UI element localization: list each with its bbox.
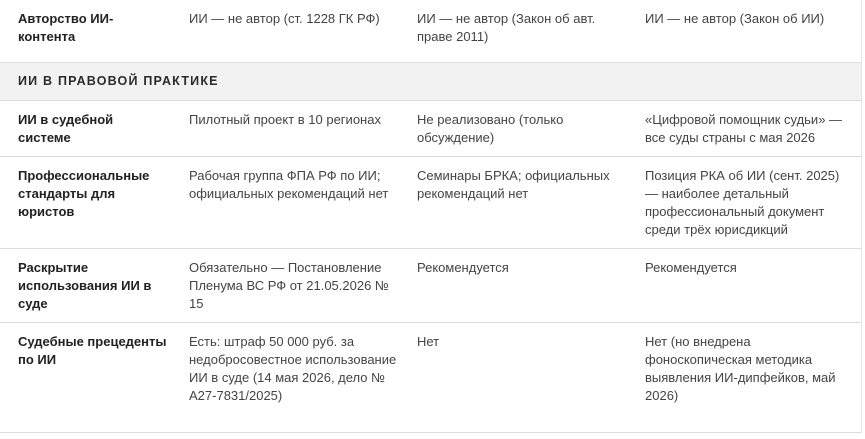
cell-russia: Обязательно — Постановление Пленума ВС Р… <box>189 260 389 311</box>
cell-belarus: Не реализовано (только обсуждение) <box>417 112 564 145</box>
row-label: Судебные прецеденты по ИИ <box>18 334 167 367</box>
table-row-court-precedents: Судебные прецеденты по ИИ Есть: штраф 50… <box>0 323 861 433</box>
cell-kazakhstan: Нет (но внедрена фоноскопическая методик… <box>645 334 836 403</box>
cell-russia: Есть: штраф 50 000 руб. за недобросовест… <box>189 334 397 403</box>
cell-belarus: Семинары БРКА; официальных рекомендаций … <box>417 168 610 201</box>
row-label: Профессиональные стандарты для юристов <box>18 168 150 219</box>
cell-russia: Пилотный проект в 10 регионах <box>189 112 381 127</box>
cell-belarus: ИИ — не автор (Закон об авт. праве 2011) <box>417 11 596 44</box>
cell-kazakhstan: Позиция РКА об ИИ (сент. 2025) — наиболе… <box>645 168 840 237</box>
section-title: ИИ В ПРАВОВОЙ ПРАКТИКЕ <box>18 74 219 88</box>
comparison-table: Авторство ИИ-контента ИИ — не автор (ст.… <box>0 0 862 433</box>
row-label: Авторство ИИ-контента <box>18 11 114 44</box>
cell-belarus: Нет <box>417 334 440 349</box>
cell-kazakhstan: «Цифровой помощник судьи» — все суды стр… <box>645 112 843 145</box>
row-label: ИИ в судебной системе <box>18 112 114 145</box>
cell-russia: Рабочая группа ФПА РФ по ИИ; официальных… <box>189 168 389 201</box>
table-row-ai-authorship: Авторство ИИ-контента ИИ — не автор (ст.… <box>0 0 861 63</box>
table-row-professional-standards: Профессиональные стандарты для юристов Р… <box>0 157 861 249</box>
cell-russia: ИИ — не автор (ст. 1228 ГК РФ) <box>189 11 380 26</box>
section-header: ИИ В ПРАВОВОЙ ПРАКТИКЕ <box>0 63 861 101</box>
cell-kazakhstan: Рекомендуется <box>645 260 737 275</box>
cell-belarus: Рекомендуется <box>417 260 509 275</box>
row-label: Раскрытие использования ИИ в суде <box>18 260 152 311</box>
table-row-ai-disclosure: Раскрытие использования ИИ в суде Обязат… <box>0 249 861 323</box>
table-row-ai-judiciary: ИИ в судебной системе Пилотный проект в … <box>0 101 861 157</box>
cell-kazakhstan: ИИ — не автор (Закон об ИИ) <box>645 11 825 26</box>
